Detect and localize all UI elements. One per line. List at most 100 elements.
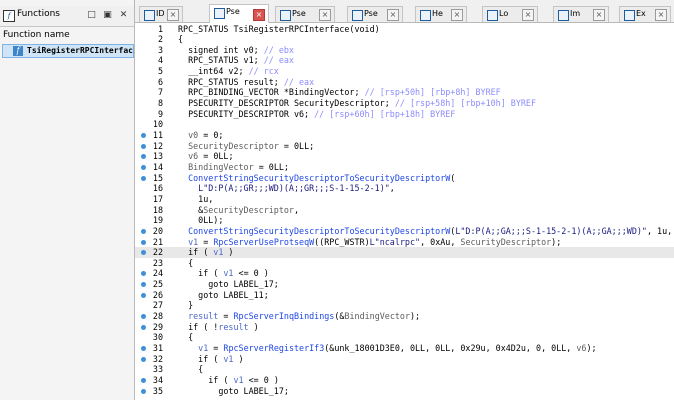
line-number: 2 (157, 34, 163, 45)
code-text: v0 = 0; (178, 130, 223, 141)
code-line[interactable]: 24 if ( v1 <= 0 ) (135, 268, 674, 279)
tab-pseudocode-active[interactable]: Pse × (209, 4, 269, 23)
code-line[interactable]: 17 1u, (135, 194, 674, 205)
code-line[interactable]: 12 SecurityDescriptor = 0LL; (135, 141, 674, 152)
code-line[interactable]: 26 goto LABEL_11; (135, 290, 674, 301)
tab-imports[interactable]: Im × (553, 6, 609, 22)
code-line[interactable]: 28 result = RpcServerInqBindings(&Bindin… (135, 311, 674, 322)
line-number: 8 (157, 98, 163, 109)
code-line[interactable]: 21 v1 = RpcServerUseProtseqW((RPC_WSTR)L… (135, 237, 674, 248)
tab-close-icon[interactable]: × (451, 9, 463, 21)
line-number: 23 (152, 257, 163, 268)
code-token: if ( (178, 247, 214, 258)
code-line[interactable]: 35 goto LABEL_17; (135, 386, 674, 397)
code-token: (& (334, 311, 345, 322)
tab-ida-view[interactable]: ID × (139, 6, 183, 22)
code-line[interactable]: 14 BindingVector = 0LL; (135, 162, 674, 173)
tab-pseudocode[interactable]: Pse × (347, 6, 403, 22)
code-line[interactable]: 3 signed int v0; // ebx (135, 45, 674, 56)
code-text: PSECURITY_DESCRIPTOR v6; // [rsp+60h] [r… (178, 109, 455, 120)
pseudocode-editor[interactable]: 1 RPC_STATUS TsiRegisterRPCInterface(void… (135, 23, 674, 400)
tab-label: Im (570, 9, 581, 18)
code-token: goto LABEL_17; (178, 279, 279, 290)
code-line[interactable]: 29 if ( !result ) (135, 322, 674, 333)
tab-label: He (432, 9, 443, 18)
code-line[interactable]: 7 RPC_BINDING_VECTOR *BindingVector; // … (135, 87, 674, 98)
code-line[interactable]: 2{ (135, 34, 674, 45)
code-line[interactable]: 20 ConvertStringSecurityDescriptorToSecu… (135, 226, 674, 237)
tab-close-icon[interactable]: × (319, 9, 331, 21)
tab-hex-view[interactable]: He × (415, 6, 467, 22)
code-line[interactable]: 25 goto LABEL_17; (135, 279, 674, 290)
tab-close-icon[interactable]: × (387, 9, 399, 21)
code-line[interactable]: 15 ConvertStringSecurityDescriptorToSecu… (135, 173, 674, 184)
code-token: v1 (233, 374, 244, 385)
code-token: (&unk_18001D3E0, 0LL, 0LL, 0x29u, 0x4D2u… (324, 343, 577, 353)
code-line[interactable]: 16 L"D:P(A;;GR;;;WD)(A;;GR;;;S-1-15-2-1)… (135, 183, 674, 194)
code-text: { (178, 258, 193, 269)
code-text: v6 = 0LL; (178, 151, 233, 162)
code-line[interactable]: 8 PSECURITY_DESCRIPTOR SecurityDescripto… (135, 98, 674, 109)
code-line[interactable]: 10 (135, 119, 674, 130)
code-line[interactable]: 27 } (135, 300, 674, 311)
code-line[interactable]: 13 v6 = 0LL; (135, 151, 674, 162)
exports-icon (624, 10, 635, 21)
line-number: 26 (152, 289, 163, 300)
code-text: if ( v1 ) (178, 247, 233, 258)
code-token: ) (233, 353, 244, 364)
code-token: // ebx (263, 44, 294, 55)
code-token: { (178, 257, 194, 268)
function-list-item[interactable]: f TsiRegisterRPCInterface(void) (2, 44, 134, 58)
imports-icon (558, 10, 569, 21)
code-line[interactable]: 30 { (135, 332, 674, 343)
code-token: RpcServerRegisterIf3 (223, 343, 325, 353)
code-token: PSECURITY_DESCRIPTOR v6; (178, 108, 315, 119)
code-line[interactable]: 32 if ( v1 ) (135, 354, 674, 365)
code-line[interactable]: 4 RPC_STATUS v1; // eax (135, 55, 674, 66)
code-line[interactable]: 6 RPC_STATUS result; // eax (135, 77, 674, 88)
pseudocode-icon (280, 10, 291, 21)
code-text: v1 = RpcServerUseProtseqW((RPC_WSTR)L"nc… (178, 237, 561, 248)
tab-close-icon[interactable]: × (167, 9, 179, 21)
code-token: 1u, (178, 193, 214, 204)
code-line[interactable]: 11 v0 = 0; (135, 130, 674, 141)
code-line[interactable]: 33 { (135, 364, 674, 375)
code-token: v1 (223, 353, 234, 364)
code-line[interactable]: 9 PSECURITY_DESCRIPTOR v6; // [rsp+60h] … (135, 109, 674, 120)
code-line[interactable]: 31 v1 = RpcServerRegisterIf3(&unk_18001D… (135, 343, 674, 354)
tab-close-icon[interactable]: × (253, 9, 265, 21)
close-icon[interactable]: ✕ (118, 10, 129, 21)
code-line[interactable]: 18 &SecurityDescriptor, (135, 205, 674, 216)
float-icon[interactable]: ▣ (102, 10, 113, 21)
code-token: = 0LL; (253, 161, 289, 172)
code-token: <= 0 ) (233, 268, 269, 279)
code-token: ); (410, 311, 421, 322)
line-number: 19 (152, 215, 163, 226)
line-number: 18 (152, 204, 163, 215)
tab-close-icon[interactable]: × (522, 9, 534, 21)
code-line[interactable]: 34 if ( v1 <= 0 ) (135, 375, 674, 386)
tab-close-icon[interactable]: × (593, 9, 605, 21)
code-line[interactable]: 5 __int64 v2; // rcx (135, 66, 674, 77)
function-name-column-header[interactable]: Function name (0, 30, 134, 44)
tab-label: ID (156, 9, 165, 18)
code-token: & (178, 204, 204, 215)
code-line[interactable]: 23 { (135, 258, 674, 269)
code-line[interactable]: 1 RPC_STATUS TsiRegisterRPCInterface(void… (135, 24, 674, 35)
line-number: 29 (152, 321, 163, 332)
tab-exports[interactable]: Ex × (619, 6, 671, 22)
tab-bar: ID × Pse × Pse × Pse × He × Lo × Im × Ex… (135, 0, 674, 23)
tab-pseudocode[interactable]: Pse × (275, 6, 335, 22)
restore-icon[interactable]: □ (86, 10, 97, 21)
code-line[interactable]: 19 0LL); (135, 215, 674, 226)
code-token: SecurityDescriptor (188, 140, 279, 151)
code-text: PSECURITY_DESCRIPTOR SecurityDescriptor;… (178, 98, 536, 109)
tab-local-types[interactable]: Lo × (482, 6, 538, 22)
code-token: = 0; (198, 130, 224, 140)
line-number: 16 (152, 183, 163, 194)
tab-close-icon[interactable]: × (655, 9, 667, 21)
code-line[interactable]: 22 if ( v1 ) (135, 247, 674, 258)
tab-label: Pse (226, 7, 240, 16)
